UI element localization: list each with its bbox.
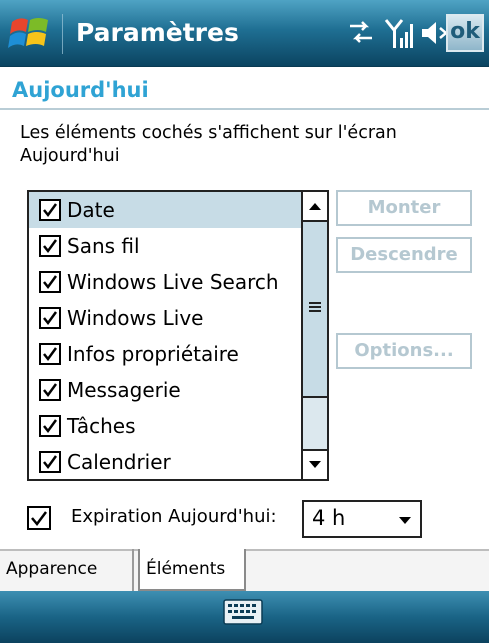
expiration-label: Expiration Aujourd'hui: — [71, 506, 277, 527]
checkbox[interactable] — [39, 307, 61, 329]
tab-items[interactable]: Éléments — [138, 549, 246, 591]
list-item-label: Date — [67, 198, 115, 222]
checkmark-icon — [43, 311, 58, 326]
volume-icon[interactable] — [418, 18, 448, 48]
list-item-label: Windows Live Search — [67, 270, 279, 294]
connectivity-icon[interactable] — [346, 18, 376, 48]
scroll-down-button[interactable] — [303, 449, 327, 479]
checkmark-icon — [43, 419, 58, 434]
windows-start-icon[interactable] — [8, 12, 52, 56]
checkmark-icon — [43, 203, 58, 218]
options-button[interactable]: Options... — [336, 333, 472, 369]
arrow-up-icon — [309, 203, 321, 210]
list-item[interactable]: Messagerie — [29, 372, 303, 408]
description-text: Les éléments cochés s'affichent sur l'éc… — [20, 123, 397, 166]
list-item[interactable]: Infos propriétaire — [29, 336, 303, 372]
expiration-dropdown[interactable]: 4 h — [302, 500, 422, 538]
checkbox[interactable] — [39, 379, 61, 401]
list-item-label: Windows Live — [67, 306, 204, 330]
expiration-value: 4 h — [312, 506, 346, 530]
tab-appearance[interactable]: Apparence — [0, 549, 134, 591]
title-bar: Paramètres ok — [0, 0, 489, 67]
list-item-label: Tâches — [67, 414, 136, 438]
ok-button[interactable]: ok — [446, 14, 484, 52]
checkbox[interactable] — [39, 199, 61, 221]
list-item[interactable]: Calendrier — [29, 444, 303, 479]
checkbox[interactable] — [39, 343, 61, 365]
checkbox[interactable] — [39, 271, 61, 293]
list-item[interactable]: Windows Live — [29, 300, 303, 336]
title-separator — [62, 14, 63, 54]
items-listbox[interactable]: Date Sans fil Windows Live Search Window… — [27, 190, 329, 481]
move-down-button[interactable]: Descendre — [336, 237, 472, 273]
checkbox[interactable] — [39, 415, 61, 437]
list-item-label: Sans fil — [67, 234, 140, 258]
vertical-scrollbar[interactable] — [301, 192, 327, 479]
app-title: Paramètres — [76, 18, 239, 47]
expiration-checkbox[interactable] — [27, 506, 51, 530]
scroll-thumb[interactable] — [303, 222, 327, 398]
checkbox[interactable] — [39, 451, 61, 473]
keyboard-icon[interactable] — [223, 599, 263, 625]
checkmark-icon — [43, 239, 58, 254]
list-item[interactable]: Date — [29, 192, 303, 228]
arrow-down-icon — [309, 461, 321, 468]
scroll-grip-icon — [309, 302, 321, 312]
checkbox[interactable] — [39, 235, 61, 257]
checkmark-icon — [43, 275, 58, 290]
checkmark-icon — [43, 383, 58, 398]
list-item-label: Infos propriétaire — [67, 342, 239, 366]
page-title: Aujourd'hui — [12, 78, 149, 102]
checkmark-icon — [43, 455, 58, 470]
soft-key-bar — [0, 591, 489, 643]
list-item-label: Messagerie — [67, 378, 181, 402]
signal-icon[interactable] — [384, 16, 414, 50]
list-item[interactable]: Windows Live Search — [29, 264, 303, 300]
move-up-button[interactable]: Monter — [336, 190, 472, 226]
chevron-down-icon — [399, 517, 411, 524]
list-item[interactable]: Sans fil — [29, 228, 303, 264]
list-item[interactable]: Tâches — [29, 408, 303, 444]
list-item-label: Calendrier — [67, 450, 171, 474]
scroll-up-button[interactable] — [303, 192, 327, 222]
heading-divider — [0, 108, 489, 110]
checkmark-icon — [31, 511, 47, 527]
checkmark-icon — [43, 347, 58, 362]
